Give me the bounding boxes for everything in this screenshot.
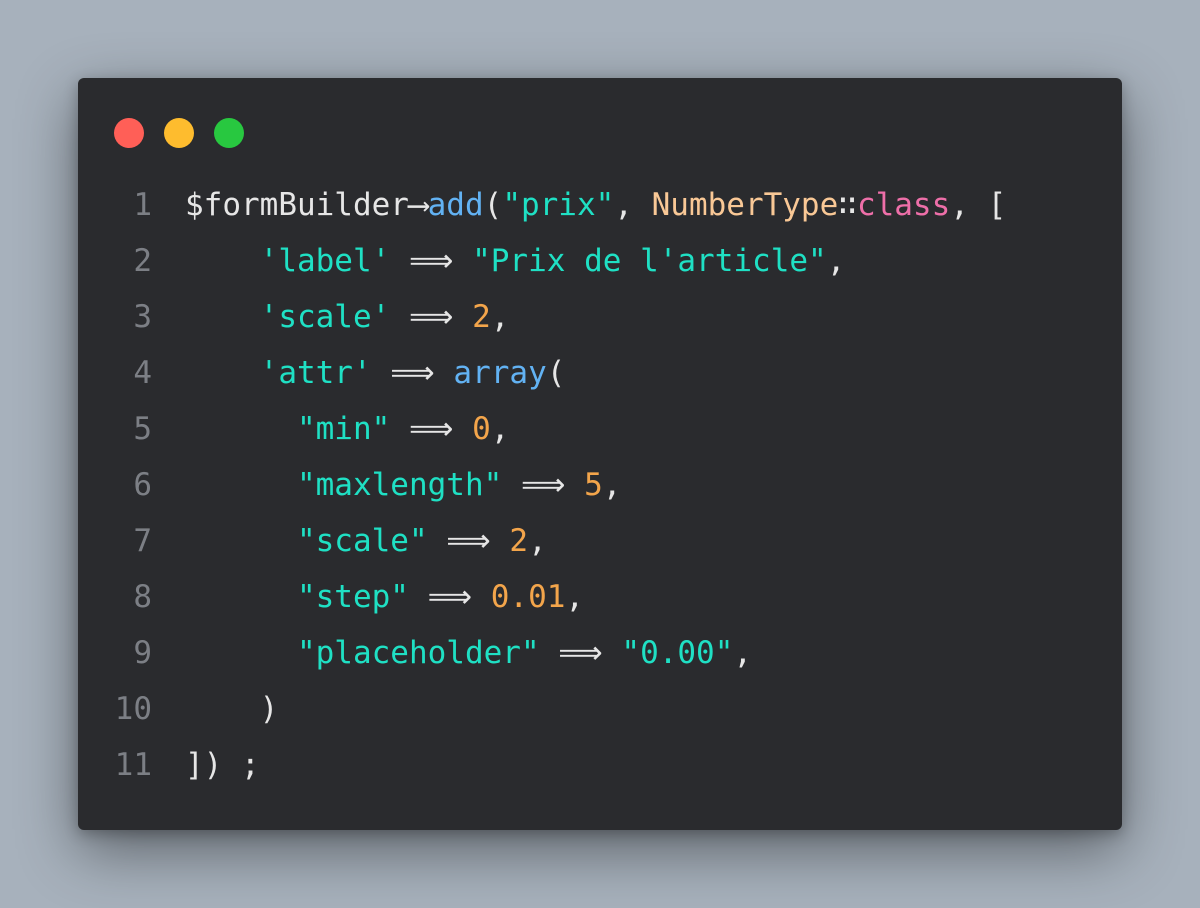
- token-str: "0.00": [621, 635, 734, 671]
- token-punc: ,: [826, 243, 846, 279]
- line-number: 9: [133, 635, 152, 671]
- token-op: ⟹: [427, 523, 510, 559]
- token-punc: ,: [490, 411, 510, 447]
- token-str: "placeholder": [296, 635, 540, 671]
- token-str: "step": [296, 579, 409, 615]
- line-content: "step" ⟹ 0.01,: [185, 569, 584, 625]
- zoom-button[interactable]: [214, 118, 244, 148]
- token-punc: ,: [528, 523, 547, 559]
- token-op: ∷: [838, 187, 857, 223]
- token-op: ⟹: [502, 467, 585, 503]
- token-str: 'scale': [259, 299, 391, 335]
- token-op: ⟹: [539, 635, 622, 671]
- token-kw: class: [856, 187, 951, 223]
- line-content: "placeholder" ⟹ "0.00",: [185, 625, 752, 681]
- token-punc: ,: [490, 299, 510, 335]
- token-str: "maxlength": [296, 467, 503, 503]
- token-str: "scale": [296, 523, 428, 559]
- code-line: 8 "step" ⟹ 0.01,: [78, 569, 1122, 625]
- token-cls: NumberType: [651, 187, 839, 223]
- code-line: 2 'label' ⟹ "Prix de l'article",: [78, 233, 1122, 289]
- line-content: "min" ⟹ 0,: [185, 401, 509, 457]
- token-punc: ,: [614, 187, 652, 223]
- token-punc: , [: [950, 187, 1007, 223]
- token-num: 5: [584, 467, 603, 503]
- token-num: 0.01: [490, 579, 566, 615]
- line-number: 3: [133, 299, 152, 335]
- line-content: 'scale' ⟹ 2,: [185, 289, 510, 345]
- line-number: 8: [133, 579, 152, 615]
- code-block: 1 $formBuilder⟶add("prix", NumberType∷cla…: [78, 177, 1122, 793]
- line-content: $formBuilder⟶add("prix", NumberType∷clas…: [185, 177, 1006, 233]
- minimize-button[interactable]: [164, 118, 194, 148]
- token-str: "Prix de l'article": [472, 243, 827, 279]
- code-line: 4 'attr' ⟹ array(: [78, 345, 1122, 401]
- line-number: 7: [133, 523, 152, 559]
- line-content: "scale" ⟹ 2,: [185, 513, 547, 569]
- token-punc: ,: [733, 635, 753, 671]
- code-line: 3 'scale' ⟹ 2,: [78, 289, 1122, 345]
- token-default: $formBuilder: [185, 187, 409, 223]
- line-content: ]) ;: [185, 737, 260, 793]
- token-str: "prix": [502, 187, 615, 223]
- token-op: ⟹: [408, 579, 491, 615]
- line-number: 1: [133, 187, 152, 223]
- token-op: ⟹: [390, 299, 473, 335]
- token-str: 'attr': [259, 355, 372, 391]
- token-punc: ,: [565, 579, 585, 615]
- token-op: ⟹: [390, 411, 473, 447]
- line-content: ): [185, 681, 279, 737]
- line-number: 2: [133, 243, 152, 279]
- code-line: 11 ]) ;: [78, 737, 1122, 793]
- token-op: ⟹: [390, 243, 473, 279]
- line-number: 4: [133, 355, 152, 391]
- code-window: 1 $formBuilder⟶add("prix", NumberType∷cla…: [78, 78, 1122, 830]
- line-content: 'attr' ⟹ array(: [185, 345, 566, 401]
- token-punc: ,: [602, 467, 622, 503]
- token-op: ⟶: [408, 187, 428, 223]
- token-num: 2: [509, 523, 529, 559]
- code-line: 1 $formBuilder⟶add("prix", NumberType∷cla…: [78, 177, 1122, 233]
- token-punc: ]) ;: [185, 747, 260, 783]
- code-line: 5 "min" ⟹ 0,: [78, 401, 1122, 457]
- token-str: 'label': [259, 243, 391, 279]
- line-number: 6: [133, 467, 152, 503]
- code-line: 9 "placeholder" ⟹ "0.00",: [78, 625, 1122, 681]
- code-line: 10 ): [78, 681, 1122, 737]
- line-content: 'label' ⟹ "Prix de l'article",: [185, 233, 846, 289]
- line-number: 10: [114, 691, 152, 727]
- token-punc: (: [546, 355, 566, 391]
- token-num: 0: [472, 411, 491, 447]
- close-button[interactable]: [114, 118, 144, 148]
- token-op: ⟹: [371, 355, 454, 391]
- token-punc: ): [259, 691, 279, 727]
- line-number: 5: [133, 411, 152, 447]
- code-line: 6 "maxlength" ⟹ 5,: [78, 457, 1122, 513]
- line-number: 11: [114, 747, 152, 783]
- token-punc: (: [483, 187, 503, 223]
- code-line: 7 "scale" ⟹ 2,: [78, 513, 1122, 569]
- token-func: add: [427, 187, 484, 223]
- token-func: array: [453, 355, 547, 391]
- token-str: "min": [296, 411, 391, 447]
- token-num: 2: [472, 299, 491, 335]
- line-content: "maxlength" ⟹ 5,: [185, 457, 621, 513]
